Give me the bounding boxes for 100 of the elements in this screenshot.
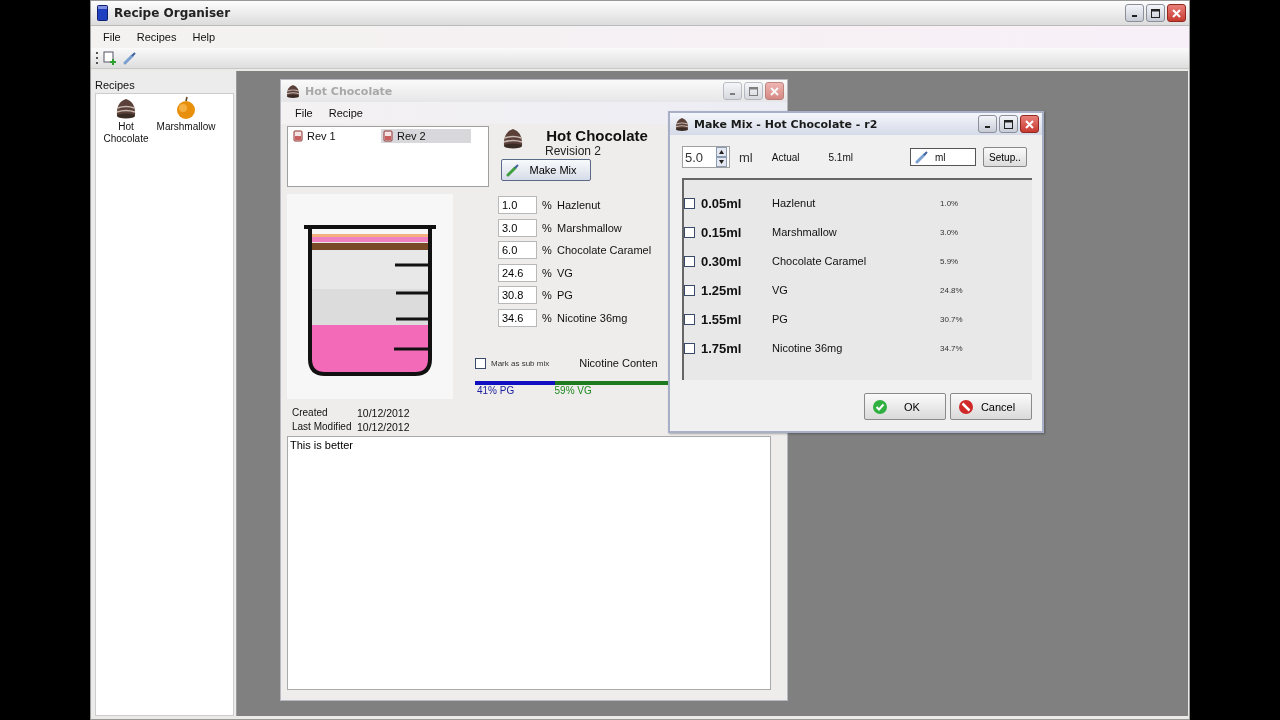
amount-text: 1.75ml [701,340,743,356]
close-button[interactable] [1020,115,1039,133]
pipette-icon [914,150,929,164]
menu-item[interactable]: File [287,105,321,121]
menu-item[interactable]: Recipes [128,29,185,45]
actual-value: 5.1ml [828,151,853,163]
vg-label: 59% VG [554,385,592,396]
new-document-icon [103,51,117,65]
checkbox[interactable] [475,357,486,369]
unit-label: % [541,244,553,257]
close-icon [1172,8,1181,18]
checkbox[interactable] [684,226,695,238]
checkbox-label: Mark as sub mix [491,358,550,368]
date-label: Created [292,406,329,420]
checkbox[interactable] [684,255,695,267]
ingredient-name: PG [772,313,789,325]
maximize-button[interactable] [1146,4,1165,22]
cancel-button[interactable]: Cancel [950,393,1032,420]
amount-text: 1.55ml [701,311,743,327]
amount-spinner[interactable]: 5.0 [682,146,730,168]
maximize-icon [1004,119,1013,129]
window-title: Make Mix - Hot Chocolate - r2 [694,117,878,131]
checkbox[interactable] [684,342,695,354]
percent-field[interactable]: 24.6 [498,263,537,282]
jar-icon [293,130,303,142]
pipette-icon [506,163,520,177]
checkbox[interactable] [684,284,695,296]
ok-button[interactable]: OK [864,393,946,420]
spin-arrows-icon [716,147,727,167]
percent-text: 34.7% [940,343,963,353]
menu-item[interactable]: Recipe [320,105,371,121]
app-icon [97,5,108,21]
ingredient-name: Chocolate Caramel [772,255,868,267]
actual-label: Actual [771,151,800,163]
chocolate-icon [285,83,301,99]
unit-label: % [541,199,553,212]
amount-text: 0.15ml [701,224,743,240]
percent-field[interactable]: 34.6 [498,308,537,327]
unit-label: % [541,266,553,279]
window-title: Hot Chocolate [305,84,393,98]
ingredient-name: Chocolate Caramel [557,244,652,257]
percent-text: 3.0% [940,227,959,237]
recipe-tile[interactable]: Marshmallow [156,96,216,133]
percent-text: 30.7% [940,314,963,324]
revision-item[interactable]: Rev 1 [291,129,381,143]
ingredient-name: Marshmallow [772,226,838,238]
menu-item[interactable]: File [95,29,129,45]
percent-text: 1.0% [940,198,959,208]
maximize-icon [749,86,758,96]
chocolate-icon [114,96,138,120]
panel-title: Recipes [94,78,136,91]
ingredient-name: VG [772,284,789,296]
maximize-icon [1151,8,1160,18]
minimize-button[interactable] [1125,4,1144,22]
close-icon [770,86,779,96]
notes-field[interactable]: This is better [287,436,771,690]
fruit-icon [174,96,198,120]
toolbar-grip-icon [95,51,98,65]
ingredient-name: PG [557,289,573,302]
window-title: Recipe Organiser [114,6,231,20]
ingredient-name: Nicotine 36mg [557,311,628,324]
amount-text: 0.05ml [701,195,743,211]
unit-label: % [541,311,553,324]
unit-field[interactable]: ml [909,148,976,166]
revision-label: Revision 2 [545,144,602,158]
date-value: 10/12/2012 [357,420,411,434]
minimize-button[interactable] [978,115,997,133]
checkbox[interactable] [684,197,695,209]
make-mix-button[interactable]: Make Mix [501,159,591,181]
chocolate-icon [674,116,690,132]
menu-item[interactable]: Help [184,29,224,45]
jar-icon [383,130,393,142]
checkbox[interactable] [684,313,695,325]
percent-field[interactable]: 6.0 [498,241,537,260]
maximize-button[interactable] [999,115,1018,133]
ingredient-name: Hazlenut [772,197,817,209]
check-icon [873,399,887,414]
revision-item[interactable]: Rev 2 [381,129,471,143]
ingredient-name: Nicotine 36mg [772,342,844,354]
amount-text: 1.25ml [701,282,743,298]
percent-field[interactable]: 30.8 [498,286,537,305]
make-mix-tool-button[interactable] [122,50,138,66]
close-button[interactable] [1167,4,1186,22]
recipe-tile[interactable]: Hot Chocolate [96,96,156,145]
unit-label: % [541,289,553,302]
nicotine-label: Nicotine Conten [579,357,658,369]
percent-field[interactable]: 1.0 [498,196,537,215]
ingredient-name: Marshmallow [557,221,622,234]
ingredient-name: VG [557,266,573,279]
amount-text: 0.30ml [701,253,743,269]
recipe-name: Hot Chocolate [546,127,648,144]
percent-field[interactable]: 3.0 [498,218,537,237]
percent-text: 24.8% [940,285,963,295]
setup-button[interactable]: Setup.. [982,147,1027,167]
percent-text: 5.9% [940,256,959,266]
pipette-icon [123,51,137,65]
new-recipe-button[interactable] [102,50,118,66]
cancel-icon [959,399,973,414]
unit-label: ml [739,149,753,165]
unit-label: % [541,221,553,234]
